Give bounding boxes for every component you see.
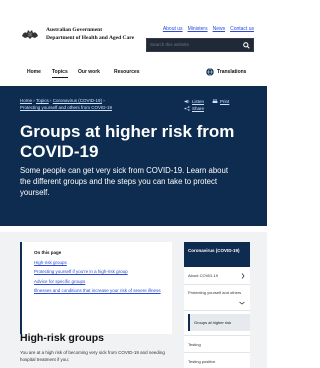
search-icon bbox=[242, 41, 250, 49]
about-us-link[interactable]: About us bbox=[163, 26, 183, 32]
utility-links: About us Ministers News Contact us bbox=[163, 26, 254, 32]
nav-home[interactable]: Home bbox=[27, 69, 41, 75]
chevron-right-icon bbox=[241, 273, 245, 279]
gov-name: Australian Government bbox=[46, 27, 103, 33]
share-icon bbox=[184, 106, 190, 111]
toc-link-high-risk-groups[interactable]: High-risk groups bbox=[34, 260, 174, 266]
page-intro: Some people can get very sick from COVID… bbox=[20, 166, 229, 197]
speaker-icon bbox=[184, 99, 190, 104]
share-button[interactable]: Share bbox=[184, 105, 204, 112]
sidenav-item-testing-positive[interactable]: Testing positive bbox=[184, 352, 250, 368]
sidenav-item-label: Protecting yourself and others bbox=[188, 290, 242, 295]
page-title: Groups at higher risk from COVID-19 bbox=[20, 122, 235, 161]
site-header: Australian Government Department of Heal… bbox=[0, 0, 267, 60]
translations-label: Translations bbox=[217, 69, 247, 75]
sidenav-item-about[interactable]: About COVID-19 bbox=[184, 267, 250, 285]
breadcrumb: Home › Topics › Coronavirus (COVID-19) ›… bbox=[20, 98, 113, 110]
sidenav-item-groups-higher-risk[interactable]: Groups at higher risk bbox=[188, 314, 250, 331]
toc-link-protecting-yourself[interactable]: Protecting yourself if you're in a high-… bbox=[34, 269, 174, 275]
sidenav-item-testing[interactable]: Testing bbox=[184, 335, 250, 352]
sidenav-header[interactable]: Coronavirus (COVID-19) bbox=[184, 242, 250, 267]
listen-button[interactable]: Listen bbox=[184, 98, 204, 105]
coat-of-arms-logo[interactable] bbox=[20, 27, 40, 41]
breadcrumb-protecting[interactable]: Protecting yourself and others from COVI… bbox=[20, 105, 112, 110]
news-link[interactable]: News bbox=[213, 26, 226, 32]
main-nav: Home Topics Our work Resources Translati… bbox=[0, 62, 267, 84]
nav-our-work[interactable]: Our work bbox=[78, 69, 100, 75]
main-content: On this page High-risk groups Protecting… bbox=[0, 232, 267, 368]
printer-icon bbox=[212, 99, 218, 103]
share-label: Share bbox=[192, 106, 205, 111]
listen-label: Listen bbox=[192, 99, 205, 104]
section-heading: High-risk groups bbox=[20, 332, 105, 344]
chevron-down-icon bbox=[239, 301, 245, 305]
breadcrumb-home[interactable]: Home bbox=[20, 98, 32, 103]
search-button[interactable] bbox=[239, 39, 253, 51]
globe-icon bbox=[206, 68, 214, 76]
sidenav-item-protecting[interactable]: Protecting yourself and others bbox=[184, 285, 250, 311]
toc-link-advice-specific-groups[interactable]: Advice for specific groups bbox=[34, 279, 174, 285]
translations-button[interactable]: Translations bbox=[206, 68, 246, 76]
search-box bbox=[146, 38, 254, 52]
toc-link-illnesses-conditions[interactable]: Illnesses and conditions that increase y… bbox=[34, 288, 174, 294]
page: Australian Government Department of Heal… bbox=[0, 0, 267, 368]
contact-us-link[interactable]: Contact us bbox=[230, 26, 254, 32]
department-name: Department of Health and Aged Care bbox=[46, 35, 135, 41]
section-sidenav: Coronavirus (COVID-19) About COVID-19 Pr… bbox=[184, 242, 250, 368]
nav-topics[interactable]: Topics bbox=[52, 69, 68, 78]
section-body: You are at a high risk of becoming very … bbox=[20, 350, 165, 362]
breadcrumb-topics[interactable]: Topics bbox=[36, 98, 49, 103]
print-button[interactable]: Print bbox=[212, 98, 229, 105]
breadcrumb-coronavirus[interactable]: Coronavirus (COVID-19) bbox=[53, 98, 102, 103]
page-hero: Home › Topics › Coronavirus (COVID-19) ›… bbox=[0, 86, 267, 226]
sidenav-item-label: About COVID-19 bbox=[188, 273, 219, 278]
page-actions: Listen Print Share bbox=[184, 98, 229, 112]
toc-title: On this page bbox=[34, 250, 62, 255]
ministers-link[interactable]: Ministers bbox=[188, 26, 208, 32]
search-input[interactable] bbox=[147, 39, 239, 51]
on-this-page: On this page High-risk groups Protecting… bbox=[20, 242, 172, 334]
print-label: Print bbox=[220, 99, 230, 104]
nav-resources[interactable]: Resources bbox=[114, 69, 140, 75]
